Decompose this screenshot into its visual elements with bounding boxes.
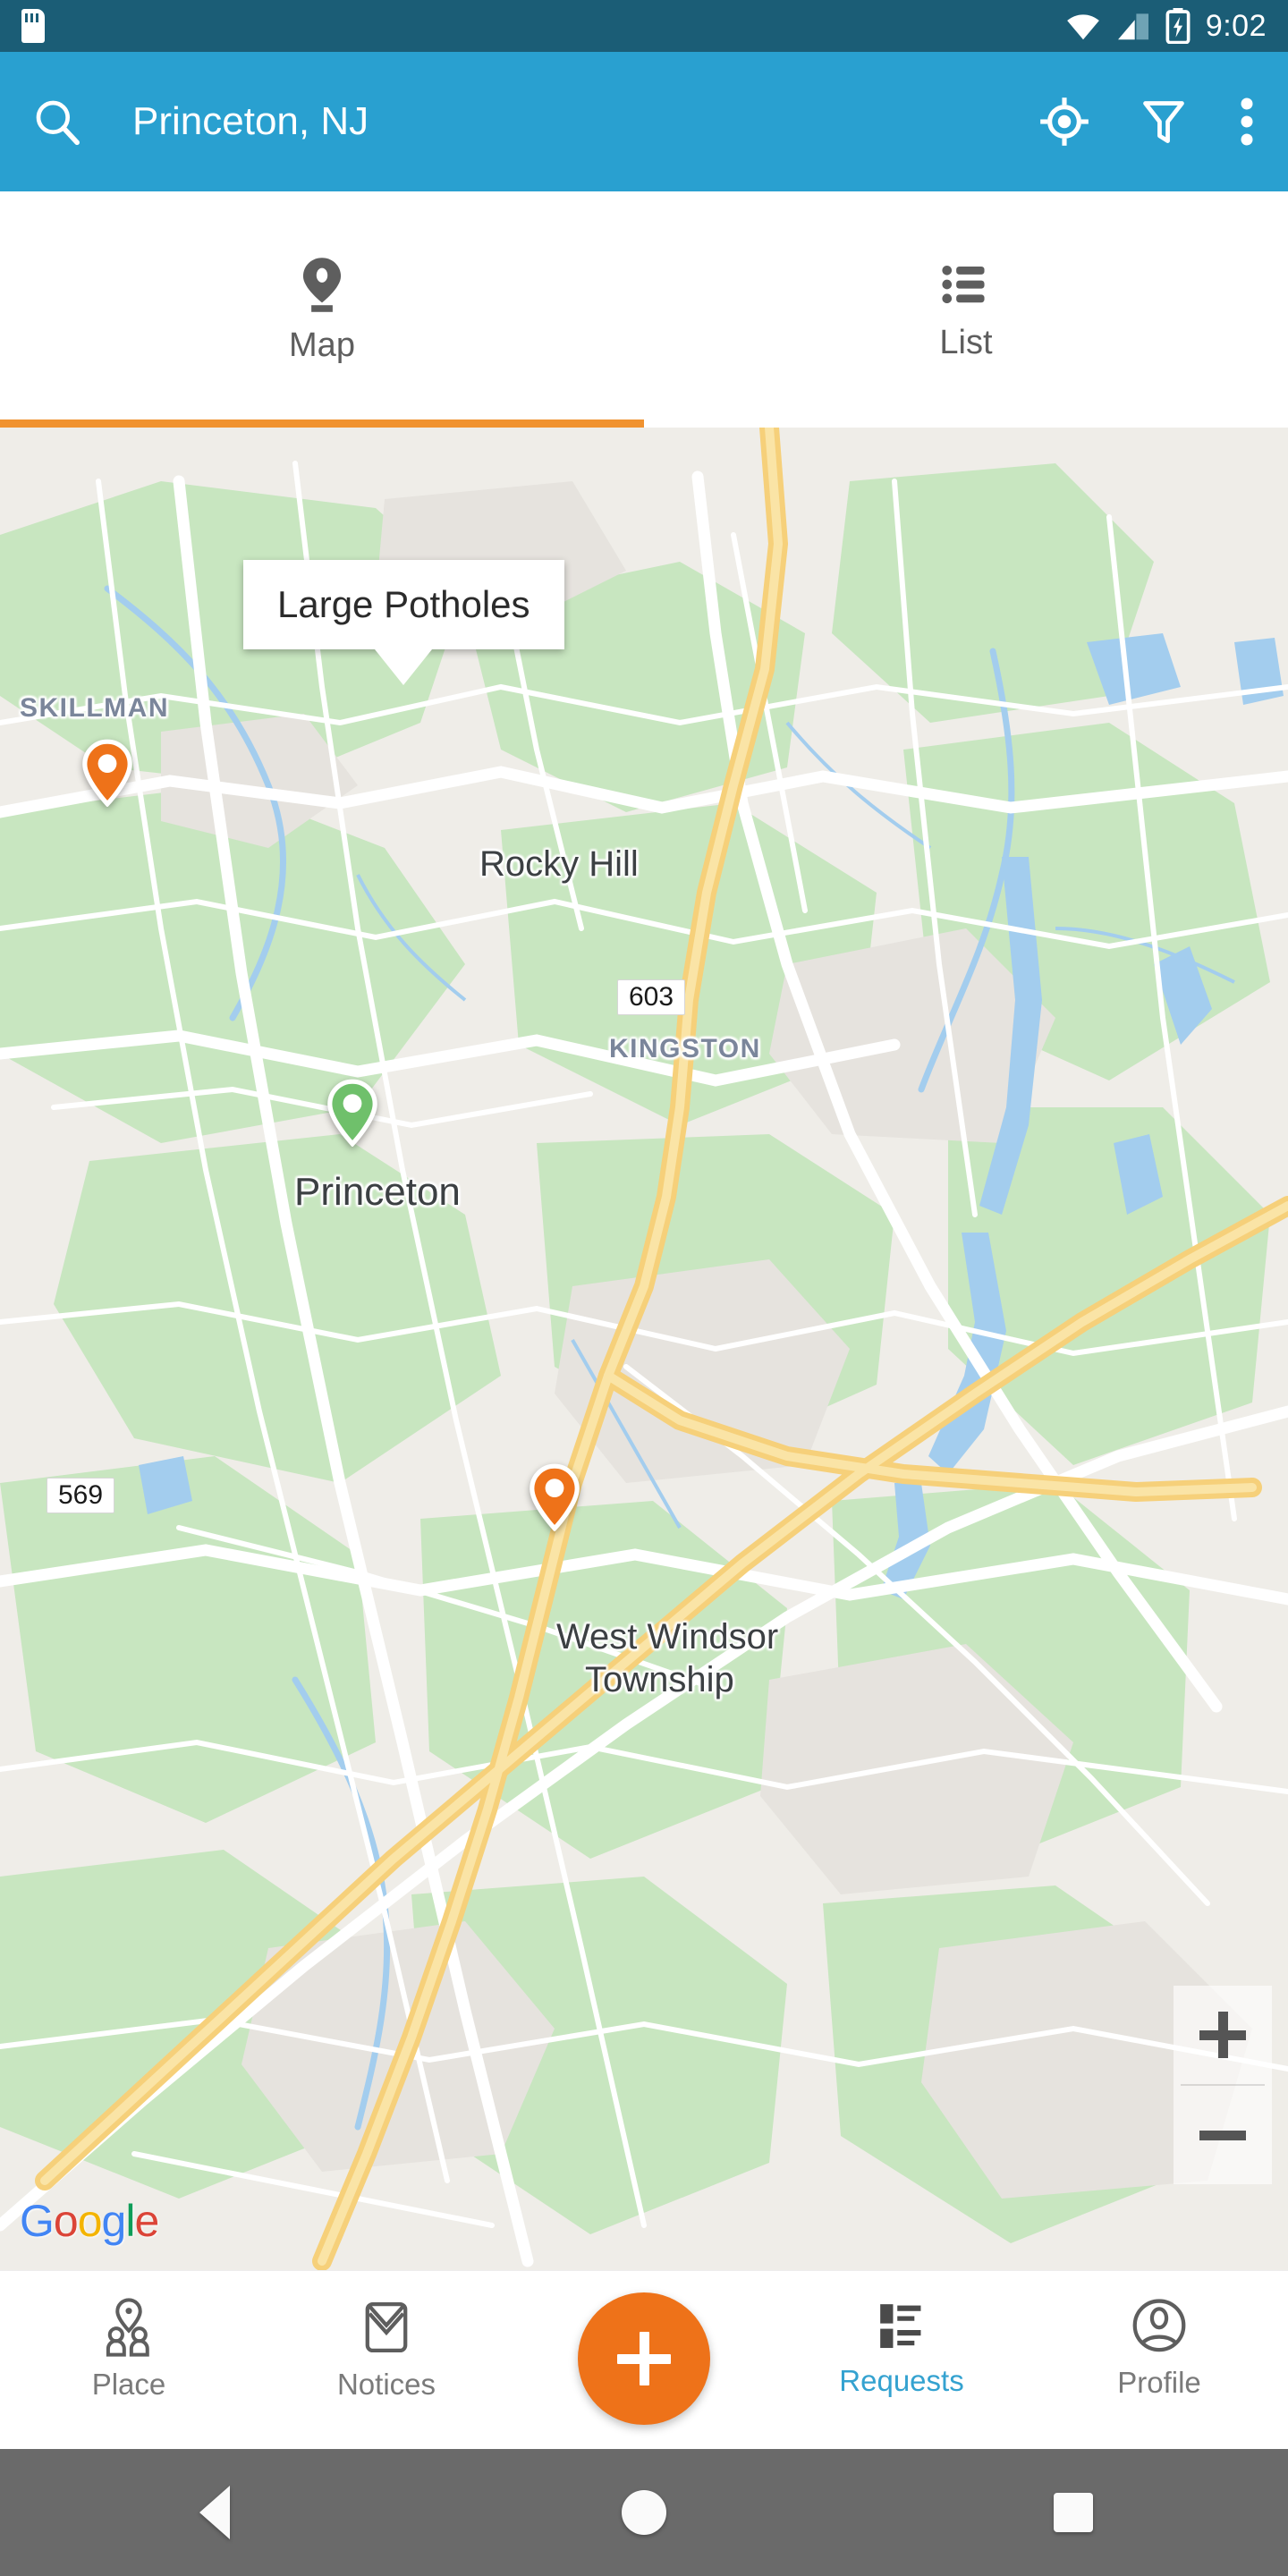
nav-item-requests[interactable]: Requests: [773, 2271, 1030, 2398]
system-navigation-bar: [0, 2449, 1288, 2576]
filter-icon[interactable]: [1141, 97, 1186, 147]
battery-charging-icon: [1165, 8, 1191, 44]
tab-indicator: [0, 419, 644, 428]
map-zoom-controls: [1174, 1986, 1272, 2184]
more-vertical-icon[interactable]: [1238, 95, 1256, 148]
map-callout-title: Large Potholes: [277, 583, 530, 625]
status-bar-right: 9:02: [1064, 8, 1267, 44]
envelope-icon: [365, 2301, 408, 2353]
nav-item-place[interactable]: Place: [0, 2271, 258, 2402]
tab-map[interactable]: Map: [0, 191, 644, 428]
tab-list[interactable]: List: [644, 191, 1288, 428]
nav-label-requests: Requests: [839, 2364, 964, 2397]
my-location-icon[interactable]: [1039, 97, 1089, 147]
map-tiles: [0, 428, 1288, 2270]
status-bar-clock: 9:02: [1205, 8, 1267, 43]
map-canvas[interactable]: SKILLMAN Rocky Hill KINGSTON Princeton W…: [0, 428, 1288, 2270]
map-pin-icon: [302, 257, 342, 312]
google-logo-letter-o2: o: [77, 2196, 103, 2246]
requests-list-icon: [880, 2304, 921, 2349]
nav-label-profile: Profile: [1117, 2366, 1201, 2399]
nav-item-profile[interactable]: Profile: [1030, 2271, 1288, 2400]
zoom-out-button[interactable]: [1174, 2086, 1272, 2184]
app-bar-title[interactable]: Princeton, NJ: [132, 99, 369, 144]
phone-screen: 9:02 Princeton, NJ Map List SKILLMAN Roc…: [0, 0, 1288, 2576]
tab-map-label: Map: [289, 326, 355, 364]
tab-bar: Map List: [0, 191, 1288, 428]
wifi-icon: [1066, 14, 1099, 40]
route-shield-569: 569: [47, 1478, 115, 1513]
google-logo-letter-o1: o: [53, 2196, 79, 2246]
app-bar-actions: [1039, 95, 1256, 148]
recents-square-icon[interactable]: [984, 2449, 1163, 2576]
nav-item-notices[interactable]: Notices: [258, 2271, 515, 2402]
map-callout-large-potholes[interactable]: Large Potholes: [243, 560, 564, 649]
status-bar-left: [21, 9, 45, 43]
google-logo-letter-g2: g: [101, 2196, 127, 2246]
zoom-in-button[interactable]: [1174, 1986, 1272, 2084]
place-people-icon: [106, 2298, 149, 2357]
google-logo[interactable]: Google: [20, 2195, 159, 2247]
tab-list-label: List: [939, 323, 993, 361]
status-bar: 9:02: [0, 0, 1288, 52]
back-triangle-icon[interactable]: [125, 2449, 304, 2576]
add-request-fab[interactable]: [578, 2292, 710, 2425]
nav-label-notices: Notices: [336, 2368, 436, 2401]
profile-person-icon: [1132, 2299, 1186, 2352]
route-shield-603: 603: [617, 979, 686, 1015]
cellular-signal-icon: [1117, 13, 1148, 40]
list-bullets-icon: [942, 265, 985, 303]
sdcard-icon: [21, 9, 45, 43]
google-logo-letter-g: G: [20, 2196, 55, 2246]
search-icon[interactable]: [32, 97, 82, 147]
google-logo-letter-e: e: [134, 2196, 159, 2246]
app-bar: Princeton, NJ: [0, 52, 1288, 191]
nav-label-place: Place: [91, 2368, 166, 2401]
google-logo-letter-l: l: [125, 2196, 135, 2246]
home-circle-icon[interactable]: [555, 2449, 733, 2576]
